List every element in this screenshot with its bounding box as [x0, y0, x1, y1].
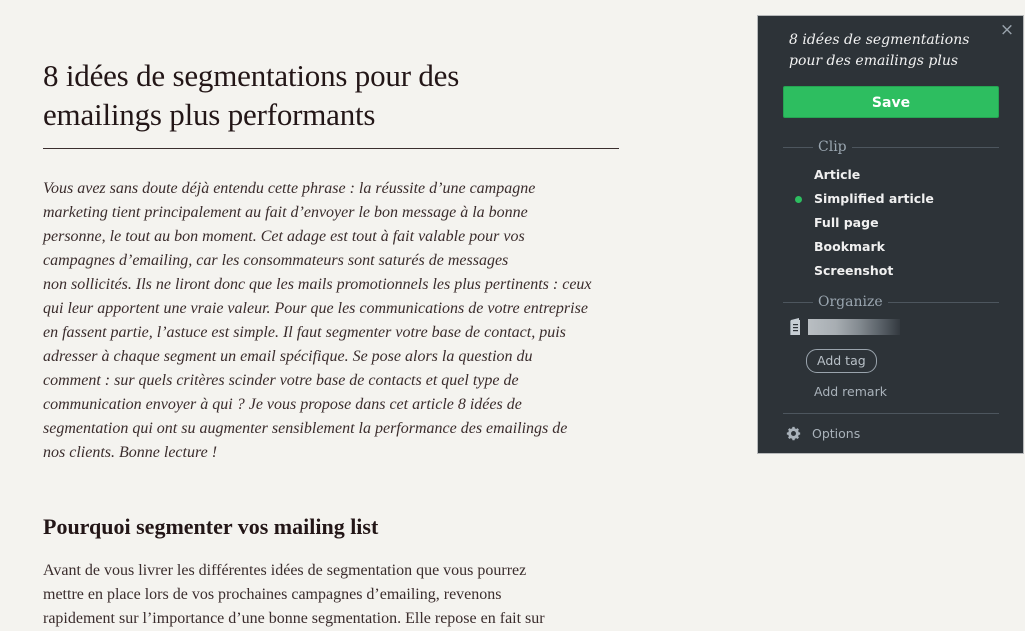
clip-option-label: Simplified article	[814, 191, 934, 206]
notebook-icon	[790, 318, 800, 335]
intro-line: comment : sur quels critères scinder vot…	[43, 372, 519, 389]
intro-line: adresser à chaque segment un email spéci…	[43, 348, 533, 365]
article-title-line: 8 idées de segmentations pour des	[43, 58, 460, 93]
intro-line: Vous avez sans doute déjà entendu cette …	[43, 180, 536, 197]
clip-option-label: Screenshot	[814, 263, 894, 278]
intro-line: nos clients. Bonne lecture !	[43, 444, 218, 461]
intro-line: non sollicités. Ils ne liront donc que l…	[43, 276, 592, 293]
clip-option-bookmark[interactable]: Bookmark	[783, 235, 999, 259]
clip-section-label: Clip	[813, 137, 852, 157]
save-button[interactable]: Save	[783, 86, 999, 118]
organize-section-header: Organize	[783, 292, 999, 312]
clip-option-article[interactable]: Article	[783, 163, 999, 187]
intro-line: personne, le tout au bon moment. Cet ada…	[43, 228, 525, 245]
intro-line: marketing tient principalement au fait d…	[43, 204, 528, 221]
clip-option-screenshot[interactable]: Screenshot	[783, 259, 999, 283]
add-tag-button[interactable]: Add tag	[806, 349, 877, 373]
selected-indicator-icon	[795, 196, 802, 203]
add-remark-button[interactable]: Add remark	[814, 382, 887, 402]
notebook-name-redacted	[808, 319, 900, 335]
intro-line: segmentation qui ont su augmenter sensib…	[43, 420, 568, 437]
organize-section-label: Organize	[813, 292, 888, 312]
article-title: 8 idées de segmentations pour des emaili…	[43, 56, 619, 149]
body-line: rapidement sur l’importance d’une bonne …	[43, 610, 545, 628]
options-label: Options	[812, 426, 861, 441]
web-clipper-panel: × 8 idées de segmentations pour des emai…	[757, 15, 1024, 454]
intro-line: qui leur apportent une vraie valeur. Pou…	[43, 300, 588, 317]
gear-icon	[786, 426, 801, 441]
article-intro: Vous avez sans doute déjà entendu cette …	[43, 177, 619, 465]
close-icon[interactable]: ×	[999, 22, 1015, 39]
article: 8 idées de segmentations pour des emaili…	[43, 56, 619, 631]
clip-option-label: Full page	[814, 215, 879, 230]
body-line: Avant de vous livrer les différentes idé…	[43, 562, 527, 580]
clip-options-list: Article Simplified article Full page Boo…	[783, 163, 999, 283]
clip-option-label: Article	[814, 167, 861, 182]
clip-title[interactable]: 8 idées de segmentations pour des emaili…	[789, 30, 999, 72]
intro-line: campagnes d’emailing, car les consommate…	[43, 252, 509, 269]
article-title-line: emailings plus performants	[43, 97, 376, 132]
intro-line: en fassent partie, l’astuce est simple. …	[43, 324, 566, 341]
clip-option-label: Bookmark	[814, 239, 885, 254]
clip-option-simplified-article[interactable]: Simplified article	[783, 187, 999, 211]
clip-section-header: Clip	[783, 137, 999, 157]
body-line: mettre en place lors de vos prochaines c…	[43, 586, 502, 604]
clip-option-full-page[interactable]: Full page	[783, 211, 999, 235]
section-heading: Pourquoi segmenter vos mailing list	[43, 514, 379, 539]
notebook-selector[interactable]	[788, 316, 988, 338]
intro-line: communication envoyer à qui ? Je vous pr…	[43, 396, 522, 413]
article-body: Avant de vous livrer les différentes idé…	[43, 559, 619, 631]
divider	[783, 413, 999, 414]
